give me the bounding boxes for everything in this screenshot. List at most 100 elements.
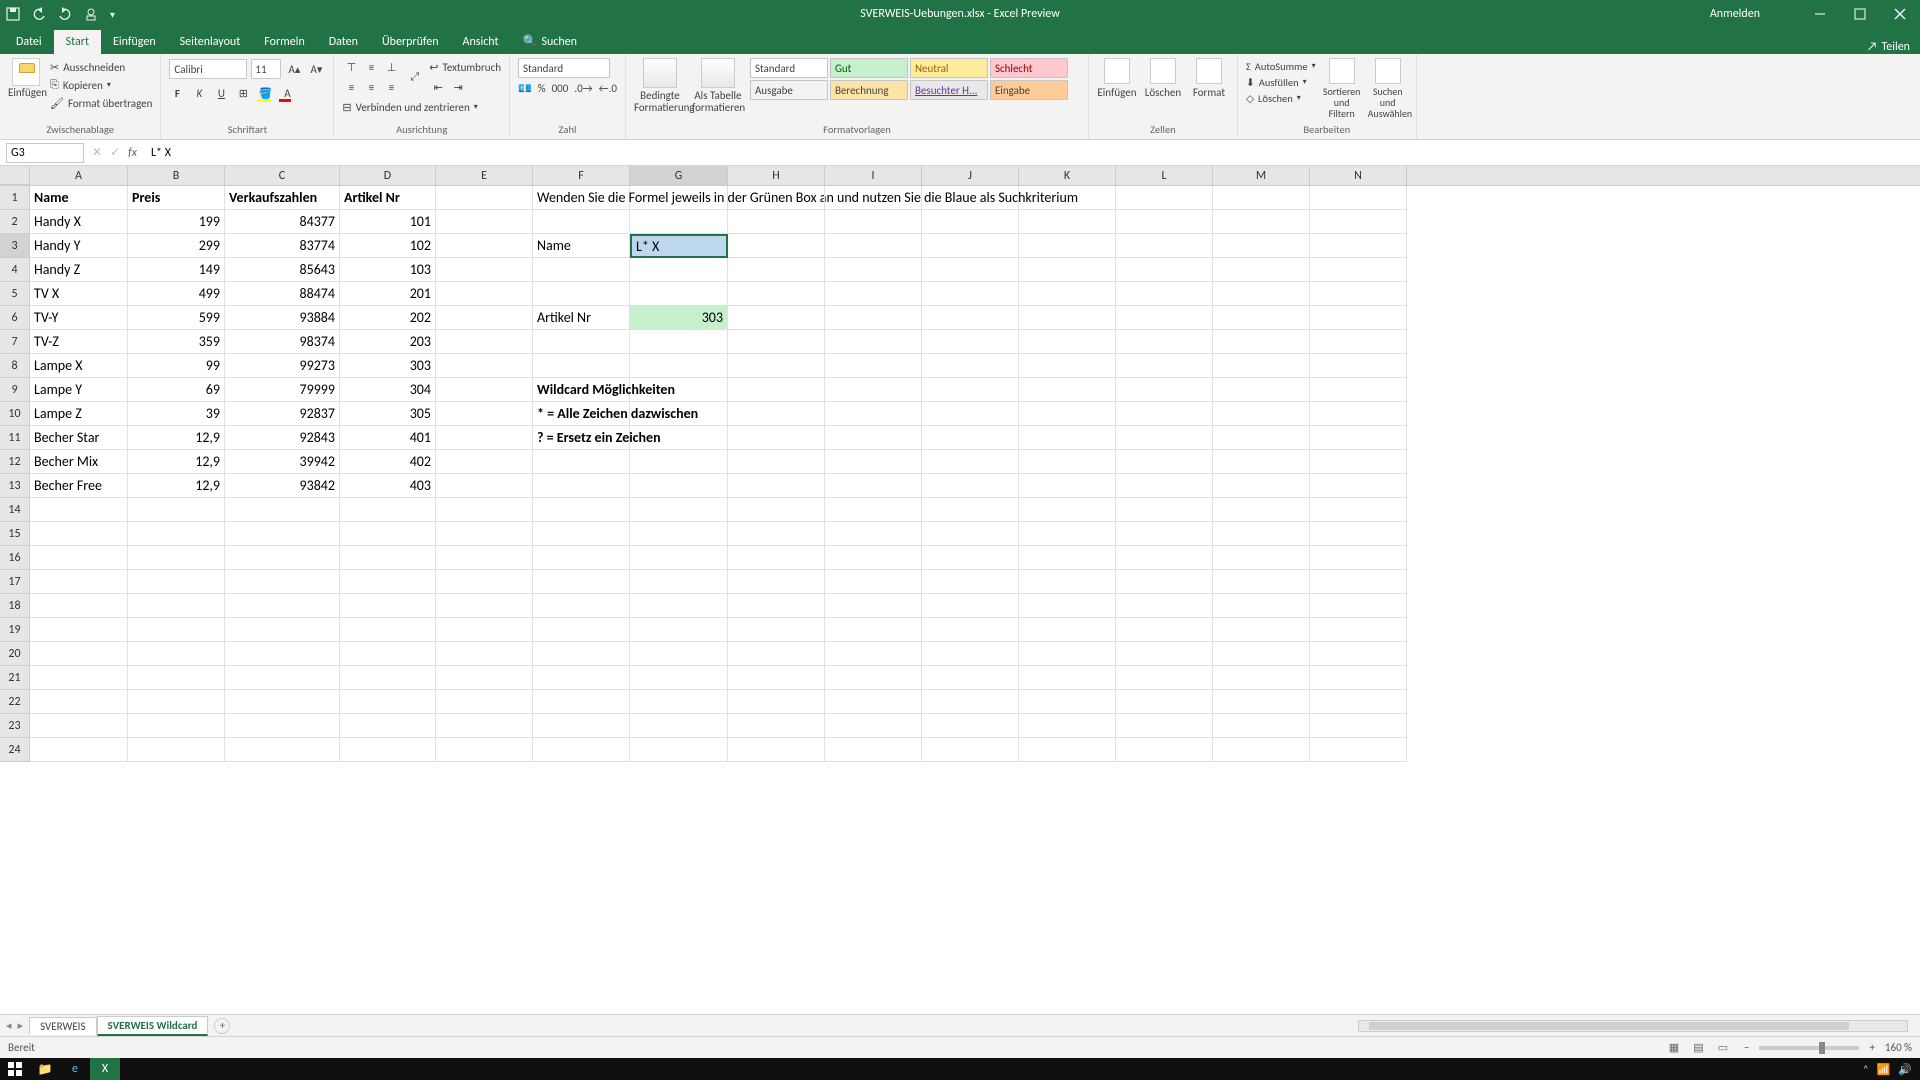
cell-A4[interactable]: Handy Z	[30, 258, 128, 282]
decrease-font-button[interactable]: A▾	[307, 60, 325, 78]
cell-C18[interactable]	[225, 594, 340, 618]
copy-button[interactable]: ⎘Kopieren▾	[50, 76, 152, 94]
cell-I23[interactable]	[825, 714, 922, 738]
cell-N4[interactable]	[1310, 258, 1407, 282]
accept-formula-icon[interactable]: ✓	[110, 145, 120, 160]
cell-I24[interactable]	[825, 738, 922, 762]
cell-E10[interactable]	[436, 402, 533, 426]
cell-M13[interactable]	[1213, 474, 1310, 498]
cell-D5[interactable]: 201	[340, 282, 436, 306]
row-header-8[interactable]: 8	[0, 354, 30, 378]
column-header-L[interactable]: L	[1116, 166, 1213, 185]
cell-J23[interactable]	[922, 714, 1019, 738]
cell-G22[interactable]	[630, 690, 728, 714]
cell-K2[interactable]	[1019, 210, 1116, 234]
style-neutral[interactable]: Neutral	[910, 58, 988, 78]
cell-N2[interactable]	[1310, 210, 1407, 234]
excel-taskbar-button[interactable]: X	[90, 1058, 120, 1080]
cell-M24[interactable]	[1213, 738, 1310, 762]
row-header-12[interactable]: 12	[0, 450, 30, 474]
cell-M10[interactable]	[1213, 402, 1310, 426]
redo-icon[interactable]	[58, 7, 72, 21]
cell-A9[interactable]: Lampe Y	[30, 378, 128, 402]
row-header-22[interactable]: 22	[0, 690, 30, 714]
cell-I16[interactable]	[825, 546, 922, 570]
cell-B16[interactable]	[128, 546, 225, 570]
cell-G9[interactable]	[630, 378, 728, 402]
cell-B22[interactable]	[128, 690, 225, 714]
cell-E4[interactable]	[436, 258, 533, 282]
cell-B1[interactable]: Preis	[128, 186, 225, 210]
cell-A24[interactable]	[30, 738, 128, 762]
cell-J16[interactable]	[922, 546, 1019, 570]
close-button[interactable]	[1880, 0, 1920, 28]
column-header-M[interactable]: M	[1213, 166, 1310, 185]
cell-H5[interactable]	[728, 282, 825, 306]
cell-A22[interactable]	[30, 690, 128, 714]
cell-C14[interactable]	[225, 498, 340, 522]
cell-D9[interactable]: 304	[340, 378, 436, 402]
autosum-button[interactable]: ΣAutoSumme▾	[1246, 58, 1316, 74]
cell-N1[interactable]	[1310, 186, 1407, 210]
cell-K21[interactable]	[1019, 666, 1116, 690]
cell-B20[interactable]	[128, 642, 225, 666]
sort-filter-button[interactable]: Sortieren und Filtern	[1322, 58, 1362, 123]
cell-H16[interactable]	[728, 546, 825, 570]
row-header-11[interactable]: 11	[0, 426, 30, 450]
tab-seitenlayout[interactable]: Seitenlayout	[168, 30, 253, 54]
cell-M11[interactable]	[1213, 426, 1310, 450]
cell-L19[interactable]	[1116, 618, 1213, 642]
italic-button[interactable]: K	[191, 87, 207, 100]
cell-D22[interactable]	[340, 690, 436, 714]
cell-F10[interactable]: * = Alle Zeichen dazwischen	[533, 402, 630, 426]
row-header-19[interactable]: 19	[0, 618, 30, 642]
cell-K17[interactable]	[1019, 570, 1116, 594]
cell-J21[interactable]	[922, 666, 1019, 690]
cell-K11[interactable]	[1019, 426, 1116, 450]
cell-M19[interactable]	[1213, 618, 1310, 642]
sheet-nav-first-icon[interactable]: ◂	[6, 1019, 12, 1032]
cell-D2[interactable]: 101	[340, 210, 436, 234]
cell-B8[interactable]: 99	[128, 354, 225, 378]
number-format-select[interactable]: Standard	[518, 58, 610, 78]
cell-B9[interactable]: 69	[128, 378, 225, 402]
cell-D16[interactable]	[340, 546, 436, 570]
cell-L3[interactable]	[1116, 234, 1213, 258]
orientation-button[interactable]: ⤢	[410, 70, 419, 84]
tab-daten[interactable]: Daten	[317, 30, 370, 54]
cell-G18[interactable]	[630, 594, 728, 618]
cell-L9[interactable]	[1116, 378, 1213, 402]
cell-I10[interactable]	[825, 402, 922, 426]
normal-view-button[interactable]: ▦	[1663, 1041, 1685, 1054]
cell-J19[interactable]	[922, 618, 1019, 642]
cell-M16[interactable]	[1213, 546, 1310, 570]
cell-F15[interactable]	[533, 522, 630, 546]
decrease-indent-button[interactable]: ⇤	[429, 78, 447, 96]
column-header-F[interactable]: F	[533, 166, 630, 185]
cell-C23[interactable]	[225, 714, 340, 738]
cell-E23[interactable]	[436, 714, 533, 738]
cell-J9[interactable]	[922, 378, 1019, 402]
cell-N21[interactable]	[1310, 666, 1407, 690]
cell-C8[interactable]: 99273	[225, 354, 340, 378]
cell-C5[interactable]: 88474	[225, 282, 340, 306]
column-header-J[interactable]: J	[922, 166, 1019, 185]
cell-C17[interactable]	[225, 570, 340, 594]
cell-C16[interactable]	[225, 546, 340, 570]
cell-M8[interactable]	[1213, 354, 1310, 378]
cell-I1[interactable]	[825, 186, 922, 210]
cell-F18[interactable]	[533, 594, 630, 618]
cell-N14[interactable]	[1310, 498, 1407, 522]
cell-N11[interactable]	[1310, 426, 1407, 450]
cell-M12[interactable]	[1213, 450, 1310, 474]
cell-H8[interactable]	[728, 354, 825, 378]
cell-H11[interactable]	[728, 426, 825, 450]
cell-D15[interactable]	[340, 522, 436, 546]
cell-K9[interactable]	[1019, 378, 1116, 402]
cell-G20[interactable]	[630, 642, 728, 666]
cell-B14[interactable]	[128, 498, 225, 522]
cancel-formula-icon[interactable]: ✕	[92, 145, 102, 160]
cell-K7[interactable]	[1019, 330, 1116, 354]
cell-C21[interactable]	[225, 666, 340, 690]
thousands-button[interactable]: 000	[552, 82, 569, 95]
